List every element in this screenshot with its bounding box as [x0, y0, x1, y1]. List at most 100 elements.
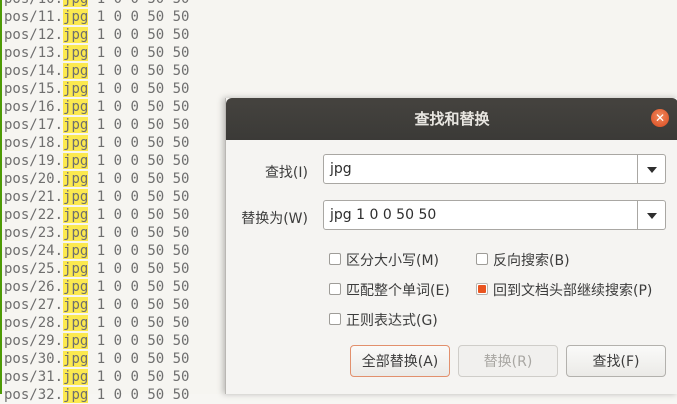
line-prefix: pos/17.	[4, 117, 64, 133]
line-suffix: 1 0 0 50 50	[88, 45, 190, 61]
find-combobox[interactable]: jpg	[323, 154, 666, 184]
match-whole-word-checkbox[interactable]	[329, 283, 341, 295]
line-prefix: pos/14.	[4, 63, 64, 79]
replace-all-button[interactable]: 全部替换(A)	[350, 345, 450, 377]
line-prefix: pos/10.	[4, 0, 63, 7]
match-case-checkbox[interactable]	[329, 253, 341, 265]
line-prefix: pos/27.	[4, 297, 64, 313]
line-suffix: 1 0 0 50 50	[88, 315, 190, 331]
dialog-title: 查找和替换	[414, 110, 490, 128]
regex-checkbox[interactable]	[329, 313, 341, 325]
search-match-highlight: jpg	[63, 81, 89, 97]
line-prefix: pos/21.	[4, 189, 64, 205]
search-match-highlight: jpg	[63, 63, 89, 79]
line-suffix: 1 0 0 50 50	[88, 135, 190, 151]
find-input[interactable]: jpg	[330, 155, 352, 184]
line-suffix: 1 0 0 50 50	[88, 99, 190, 115]
line-prefix: pos/11.	[4, 9, 64, 25]
close-icon[interactable]: ✕	[651, 109, 669, 127]
search-match-highlight: jpg	[63, 243, 89, 259]
editor-line: pos/32.jpg 1 0 0 50 50	[4, 386, 189, 404]
editor-line: pos/11.jpg 1 0 0 50 50	[4, 8, 189, 26]
editor-line: pos/26.jpg 1 0 0 50 50	[4, 278, 189, 296]
search-match-highlight: jpg	[63, 99, 89, 115]
wrap-around-checkbox[interactable]	[476, 283, 488, 295]
editor-line: pos/13.jpg 1 0 0 50 50	[4, 44, 189, 62]
search-match-highlight: jpg	[63, 333, 89, 349]
editor-line: pos/16.jpg 1 0 0 50 50	[4, 98, 189, 116]
search-match-highlight: jpg	[63, 135, 89, 151]
line-prefix: pos/20.	[4, 171, 64, 187]
line-suffix: 1 0 0 50 50	[88, 153, 190, 169]
line-prefix: pos/15.	[4, 81, 64, 97]
replace-combobox[interactable]: jpg 1 0 0 50 50	[323, 200, 666, 230]
line-suffix: 1 0 0 50 50	[88, 387, 190, 403]
editor-line: pos/12.jpg 1 0 0 50 50	[4, 26, 189, 44]
line-prefix: pos/18.	[4, 135, 64, 151]
editor-line: pos/17.jpg 1 0 0 50 50	[4, 116, 189, 134]
line-prefix: pos/29.	[4, 333, 64, 349]
search-match-highlight: jpg	[63, 171, 89, 187]
editor-line: pos/21.jpg 1 0 0 50 50	[4, 188, 189, 206]
regex-label[interactable]: 正则表达式(G)	[346, 310, 438, 330]
match-case-label[interactable]: 区分大小写(M)	[346, 250, 439, 270]
line-prefix: pos/22.	[4, 207, 64, 223]
dialog-titlebar[interactable]: 查找和替换 ✕	[226, 98, 677, 140]
line-suffix: 1 0 0 50 50	[88, 81, 190, 97]
line-prefix: pos/24.	[4, 243, 64, 259]
line-prefix: pos/19.	[4, 153, 64, 169]
editor-lines: pos/10.jpg 1 0 0 50 50pos/11.jpg 1 0 0 5…	[4, 0, 189, 404]
line-suffix: 1 0 0 50 50	[88, 261, 190, 277]
line-prefix: pos/30.	[4, 351, 64, 367]
line-prefix: pos/23.	[4, 225, 64, 241]
editor-gutter	[0, 0, 2, 394]
search-match-highlight: jpg	[63, 153, 89, 169]
chevron-down-icon[interactable]	[637, 155, 665, 183]
line-suffix: 1 0 0 50 50	[88, 63, 190, 79]
search-backwards-checkbox[interactable]	[476, 253, 488, 265]
editor-line: pos/22.jpg 1 0 0 50 50	[4, 206, 189, 224]
line-suffix: 1 0 0 50 50	[88, 279, 190, 295]
search-match-highlight: jpg	[63, 369, 89, 385]
find-button[interactable]: 查找(F)	[566, 345, 666, 377]
editor-line: pos/18.jpg 1 0 0 50 50	[4, 134, 189, 152]
search-match-highlight: jpg	[63, 351, 89, 367]
replace-input[interactable]: jpg 1 0 0 50 50	[330, 201, 436, 230]
replace-button[interactable]: 替换(R)	[458, 345, 558, 377]
search-match-highlight: jpg	[63, 207, 89, 223]
search-match-highlight: jpg	[63, 315, 89, 331]
search-match-highlight: jpg	[63, 189, 89, 205]
line-prefix: pos/16.	[4, 99, 64, 115]
line-suffix: 1 0 0 50 50	[88, 0, 190, 7]
match-whole-word-label[interactable]: 匹配整个单词(E)	[346, 280, 450, 300]
editor-line: pos/28.jpg 1 0 0 50 50	[4, 314, 189, 332]
line-suffix: 1 0 0 50 50	[88, 333, 190, 349]
editor-line: pos/10.jpg 1 0 0 50 50	[4, 0, 189, 8]
editor-line: pos/20.jpg 1 0 0 50 50	[4, 170, 189, 188]
replace-label: 替换为(W)	[241, 211, 308, 227]
search-match-highlight: jpg	[63, 117, 89, 133]
line-prefix: pos/31.	[4, 369, 64, 385]
search-match-highlight: jpg	[63, 225, 89, 241]
editor-line: pos/19.jpg 1 0 0 50 50	[4, 152, 189, 170]
chevron-down-icon[interactable]	[637, 201, 665, 229]
search-match-highlight: jpg	[63, 387, 89, 403]
line-suffix: 1 0 0 50 50	[88, 27, 190, 43]
editor-line: pos/24.jpg 1 0 0 50 50	[4, 242, 189, 260]
line-prefix: pos/28.	[4, 315, 64, 331]
line-suffix: 1 0 0 50 50	[88, 369, 190, 385]
find-label: 查找(I)	[264, 165, 308, 181]
line-suffix: 1 0 0 50 50	[88, 171, 190, 187]
wrap-around-label[interactable]: 回到文档头部继续搜索(P)	[493, 280, 652, 300]
search-backwards-label[interactable]: 反向搜索(B)	[493, 250, 570, 270]
line-prefix: pos/25.	[4, 261, 64, 277]
editor-line: pos/15.jpg 1 0 0 50 50	[4, 80, 189, 98]
search-match-highlight: jpg	[63, 261, 89, 277]
search-match-highlight: jpg	[63, 45, 89, 61]
search-match-highlight: jpg	[63, 279, 89, 295]
line-suffix: 1 0 0 50 50	[88, 207, 190, 223]
search-match-highlight: jpg	[63, 9, 89, 25]
editor-line: pos/30.jpg 1 0 0 50 50	[4, 350, 189, 368]
editor-line: pos/23.jpg 1 0 0 50 50	[4, 224, 189, 242]
editor-line: pos/31.jpg 1 0 0 50 50	[4, 368, 189, 386]
